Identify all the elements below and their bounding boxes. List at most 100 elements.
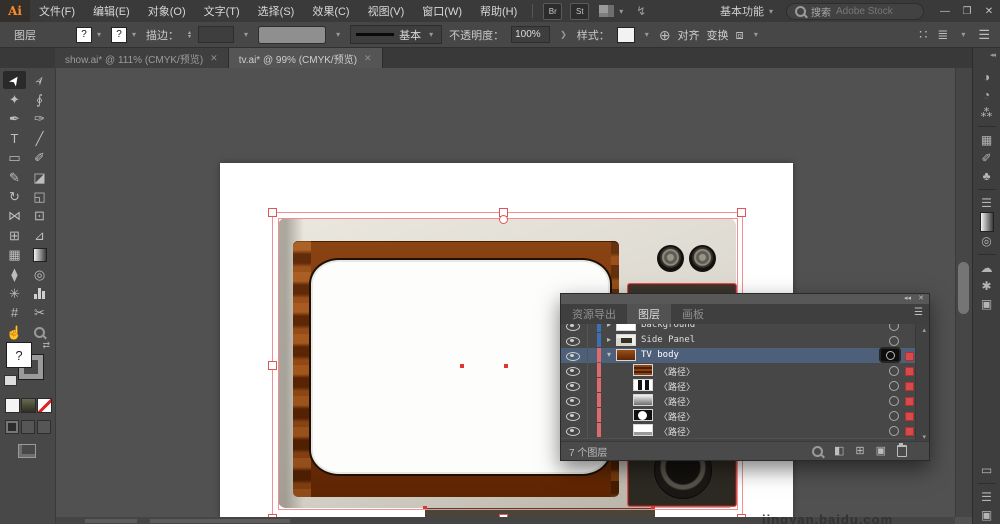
scrollbar-thumb[interactable]: [958, 262, 969, 314]
menu-item-8[interactable]: 帮助(H): [471, 3, 526, 19]
visibility-eye-icon[interactable]: [566, 324, 580, 331]
panel-icon[interactable]: ▣: [981, 506, 992, 524]
menu-item-4[interactable]: 选择(S): [249, 3, 304, 19]
panel-menu-icon[interactable]: ☰: [914, 307, 923, 318]
fill-swatch[interactable]: ?: [76, 26, 92, 43]
zoom-tool[interactable]: [28, 323, 51, 341]
color-themes-icon[interactable]: ⁂: [981, 104, 993, 122]
gradient-tool[interactable]: [28, 246, 51, 264]
layer-target-icon[interactable]: [889, 366, 899, 376]
tab-close-icon[interactable]: ✕: [210, 53, 218, 64]
selection-handle[interactable]: [268, 361, 277, 370]
document-tab-0[interactable]: show.ai* @ 111% (CMYK/预览) ✕: [55, 48, 229, 68]
scroll-down-icon[interactable]: ▾: [922, 433, 926, 441]
layer-name[interactable]: 〈路径〉: [659, 380, 695, 393]
selection-handle[interactable]: [737, 208, 746, 217]
layer-row-TV body[interactable]: ▾ TV body: [561, 347, 918, 364]
selection-indicator[interactable]: [905, 352, 914, 361]
visibility-eye-icon[interactable]: [566, 412, 580, 421]
stroke-weight-field[interactable]: [198, 26, 235, 43]
appearance-icon[interactable]: ✱: [981, 277, 991, 295]
layer-name[interactable]: 〈路径〉: [659, 365, 695, 378]
layer-thumbnail[interactable]: [616, 324, 636, 331]
stock-icon[interactable]: St: [570, 2, 590, 20]
gpu-performance-icon[interactable]: ↯: [636, 4, 646, 18]
path-row-〈路径〉[interactable]: 〈路径〉: [561, 393, 918, 409]
column-graph-tool[interactable]: [28, 284, 51, 302]
graphic-styles-icon[interactable]: ▣: [981, 295, 992, 313]
vertical-scrollbar[interactable]: [955, 68, 972, 517]
color-icon[interactable]: ◑: [983, 68, 990, 86]
symbols-icon[interactable]: ♣: [983, 167, 991, 185]
search-input[interactable]: 搜索 Adobe Stock: [786, 2, 924, 20]
rectangle-tool[interactable]: ▭: [3, 149, 26, 167]
hand-tool[interactable]: ☝: [3, 323, 26, 341]
panel-scrollbar[interactable]: ▴ ▾: [915, 324, 929, 443]
more-options-arrow[interactable]: ❯: [560, 30, 567, 39]
type-tool[interactable]: T: [3, 129, 26, 147]
fill-stroke-widget[interactable]: ? ⇄: [4, 340, 50, 386]
new-sublayer-icon[interactable]: ⊞: [855, 445, 864, 457]
layer-name[interactable]: 〈路径〉: [659, 395, 695, 408]
expand-chevron-icon[interactable]: ▸: [607, 324, 611, 329]
draw-normal-button[interactable]: [5, 420, 19, 434]
stroke-weight-stepper[interactable]: ▴ ▾: [188, 30, 191, 40]
free-transform-tool[interactable]: ⊡: [28, 207, 51, 225]
tab-close-icon[interactable]: ✕: [364, 53, 372, 64]
arrange-documents-icon[interactable]: [599, 5, 615, 17]
isolate-selection-icon[interactable]: ⧈: [736, 28, 744, 41]
layer-name[interactable]: Side Panel: [641, 335, 695, 345]
layer-target-icon[interactable]: [889, 396, 899, 406]
visibility-eye-icon[interactable]: [566, 397, 580, 406]
menu-item-7[interactable]: 窗口(W): [413, 3, 471, 19]
draw-inside-button[interactable]: [37, 420, 51, 434]
graphic-style-swatch[interactable]: [616, 26, 635, 43]
line-segment-tool[interactable]: ╱: [28, 129, 51, 147]
slice-tool[interactable]: ✂: [28, 304, 51, 322]
stroke-color-dropdown[interactable]: ? ▾: [111, 26, 139, 43]
transparency-icon[interactable]: ◎: [981, 232, 991, 250]
chevron-down-icon[interactable]: ▾: [769, 7, 773, 16]
menu-item-2[interactable]: 对象(O): [139, 3, 195, 19]
path-row-〈路径〉[interactable]: 〈路径〉: [561, 423, 918, 439]
fill-proxy[interactable]: ?: [6, 342, 32, 368]
magic-wand-tool[interactable]: ✦: [3, 90, 26, 108]
expand-chevron-icon[interactable]: ▾: [607, 350, 611, 359]
panel-tab-画板[interactable]: 画板: [671, 304, 715, 324]
anchor-point[interactable]: [651, 506, 655, 510]
path-row-〈路径〉[interactable]: 〈路径〉: [561, 378, 918, 394]
swatches-icon[interactable]: ▦: [981, 131, 992, 149]
delete-layer-icon[interactable]: [897, 443, 907, 457]
transform-button[interactable]: 变换: [707, 27, 729, 43]
layer-target-icon[interactable]: [889, 426, 899, 436]
default-fill-stroke-icon[interactable]: [4, 375, 17, 386]
menu-item-5[interactable]: 效果(C): [303, 3, 358, 19]
menu-item-3[interactable]: 文字(T): [195, 3, 249, 19]
paintbrush-tool[interactable]: ✐: [28, 149, 51, 167]
gradient-button[interactable]: [21, 398, 36, 413]
menu-item-1[interactable]: 编辑(E): [84, 3, 139, 19]
menu-item-6[interactable]: 视图(V): [359, 3, 414, 19]
layer-thumbnail[interactable]: [616, 349, 636, 361]
screen-mode-button[interactable]: [18, 444, 36, 458]
selection-indicator[interactable]: [905, 397, 914, 406]
chevron-down-icon[interactable]: ▾: [645, 30, 649, 39]
layer-thumbnail[interactable]: [633, 394, 653, 406]
panel-tab-图层[interactable]: 图层: [627, 304, 671, 324]
layer-name[interactable]: Background: [641, 324, 695, 330]
panel-grip[interactable]: ◂◂ ✕: [561, 294, 929, 304]
draw-behind-button[interactable]: [21, 420, 35, 434]
chevron-down-icon[interactable]: ▾: [754, 30, 758, 39]
locate-object-icon[interactable]: [811, 445, 823, 457]
selection-center-handle[interactable]: [499, 215, 508, 224]
new-layer-icon[interactable]: ▣: [876, 445, 886, 457]
selection-indicator[interactable]: [905, 427, 914, 436]
minimize-button[interactable]: —: [934, 1, 956, 21]
recolor-artwork-icon[interactable]: ⊕: [659, 28, 671, 42]
layer-target-icon[interactable]: [889, 324, 899, 331]
layer-thumbnail[interactable]: [633, 409, 653, 421]
bridge-icon[interactable]: Br: [543, 2, 563, 20]
shaper-tool[interactable]: ✎: [3, 168, 26, 186]
mesh-tool[interactable]: ▦: [3, 246, 26, 264]
layer-thumbnail[interactable]: [633, 364, 653, 376]
